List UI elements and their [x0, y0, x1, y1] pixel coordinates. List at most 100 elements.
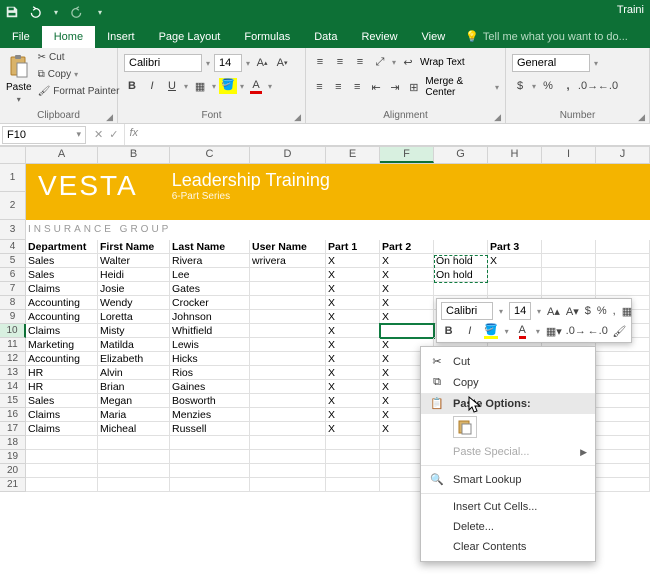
- cell-A12[interactable]: Accounting: [26, 352, 98, 366]
- row-header[interactable]: 7: [0, 282, 26, 296]
- font-name-input[interactable]: [124, 54, 202, 72]
- cell-B15[interactable]: Megan: [98, 394, 170, 408]
- mini-comma-icon[interactable]: ,: [613, 303, 616, 319]
- format-painter-button[interactable]: 🖌Format Painter: [38, 84, 120, 98]
- borders-dropdown-icon[interactable]: ▾: [212, 82, 216, 91]
- cell-I2[interactable]: [542, 192, 596, 220]
- mini-italic-icon[interactable]: I: [462, 323, 477, 339]
- ctx-insert-cut-cells[interactable]: Insert Cut Cells...: [421, 497, 595, 517]
- cell-F10[interactable]: [380, 324, 434, 338]
- cell-D1[interactable]: [250, 164, 326, 192]
- cell-A20[interactable]: [26, 464, 98, 478]
- align-center-icon[interactable]: ≡: [331, 79, 346, 95]
- cell-C18[interactable]: [170, 436, 250, 450]
- cell-J12[interactable]: [596, 352, 650, 366]
- tab-insert[interactable]: Insert: [95, 26, 147, 48]
- paste-option-default[interactable]: [453, 416, 477, 438]
- row-header[interactable]: 13: [0, 366, 26, 380]
- cell-E3[interactable]: [326, 220, 380, 240]
- cell-D15[interactable]: [250, 394, 326, 408]
- cell-G6[interactable]: On hold: [434, 268, 488, 282]
- cell-A5[interactable]: Sales: [26, 254, 98, 268]
- cell-E16[interactable]: X: [326, 408, 380, 422]
- cell-E15[interactable]: X: [326, 394, 380, 408]
- indent-increase-icon[interactable]: ⇥: [388, 79, 403, 95]
- cell-C5[interactable]: Rivera: [170, 254, 250, 268]
- ctx-copy[interactable]: ⧉Copy: [421, 372, 595, 393]
- mini-grow-font-icon[interactable]: A▴: [547, 303, 560, 319]
- mini-size-dd-icon[interactable]: ▾: [537, 307, 541, 316]
- clipboard-dialog-icon[interactable]: ◢: [106, 112, 113, 123]
- cell-C19[interactable]: [170, 450, 250, 464]
- cell-A11[interactable]: Marketing: [26, 338, 98, 352]
- cell-H6[interactable]: [488, 268, 542, 282]
- cell-B10[interactable]: Misty: [98, 324, 170, 338]
- mini-borders-icon[interactable]: ▦: [622, 303, 632, 319]
- mini-border-dd-icon[interactable]: ▦▾: [546, 323, 562, 339]
- cell-B2[interactable]: [98, 192, 170, 220]
- row-header[interactable]: 10: [0, 324, 26, 338]
- cell-D9[interactable]: [250, 310, 326, 324]
- cell-D17[interactable]: [250, 422, 326, 436]
- cell-B8[interactable]: Wendy: [98, 296, 170, 310]
- cell-D19[interactable]: [250, 450, 326, 464]
- align-bottom-icon[interactable]: ≡: [352, 54, 368, 70]
- percent-icon[interactable]: %: [540, 78, 556, 94]
- accounting-icon[interactable]: $: [512, 78, 528, 94]
- size-dropdown-icon[interactable]: ▾: [246, 59, 250, 68]
- cell-B11[interactable]: Matilda: [98, 338, 170, 352]
- copy-button[interactable]: ⧉Copy▾: [38, 67, 120, 81]
- merge-icon[interactable]: ⊞: [406, 79, 421, 95]
- font-dropdown-icon[interactable]: ▾: [206, 59, 210, 68]
- cell-E2[interactable]: [326, 192, 380, 220]
- ctx-cut[interactable]: ✂Cut: [421, 351, 595, 372]
- cell-A4[interactable]: Department: [26, 240, 98, 254]
- wrap-text-label[interactable]: Wrap Text: [420, 57, 465, 68]
- cell-B18[interactable]: [98, 436, 170, 450]
- cell-F2[interactable]: [380, 192, 434, 220]
- underline-button[interactable]: U: [164, 78, 180, 94]
- row-header[interactable]: 9: [0, 310, 26, 324]
- name-box[interactable]: F10▾: [2, 126, 86, 144]
- row-header[interactable]: 14: [0, 380, 26, 394]
- cell-D14[interactable]: [250, 380, 326, 394]
- cell-J14[interactable]: [596, 380, 650, 394]
- cell-B16[interactable]: Maria: [98, 408, 170, 422]
- save-icon[interactable]: [4, 4, 20, 20]
- cell-C3[interactable]: [170, 220, 250, 240]
- comma-icon[interactable]: ,: [560, 78, 576, 94]
- cell-G1[interactable]: [434, 164, 488, 192]
- cell-A10[interactable]: Claims: [26, 324, 98, 338]
- cell-G2[interactable]: [434, 192, 488, 220]
- cell-A8[interactable]: Accounting: [26, 296, 98, 310]
- alignment-dialog-icon[interactable]: ◢: [494, 112, 501, 123]
- cell-F7[interactable]: X: [380, 282, 434, 296]
- row-header[interactable]: 19: [0, 450, 26, 464]
- tab-review[interactable]: Review: [349, 26, 409, 48]
- cell-A6[interactable]: Sales: [26, 268, 98, 282]
- cell-J3[interactable]: [596, 220, 650, 240]
- cell-F8[interactable]: X: [380, 296, 434, 310]
- font-size-input[interactable]: [214, 54, 242, 72]
- cell-C11[interactable]: Lewis: [170, 338, 250, 352]
- cell-E5[interactable]: X: [326, 254, 380, 268]
- align-right-icon[interactable]: ≡: [350, 79, 365, 95]
- cell-E9[interactable]: X: [326, 310, 380, 324]
- cell-B14[interactable]: Brian: [98, 380, 170, 394]
- row-header[interactable]: 8: [0, 296, 26, 310]
- cell-J20[interactable]: [596, 464, 650, 478]
- cell-J15[interactable]: [596, 394, 650, 408]
- cell-D4[interactable]: User Name: [250, 240, 326, 254]
- column-header-I[interactable]: I: [542, 147, 596, 163]
- cell-A21[interactable]: [26, 478, 98, 492]
- row-header[interactable]: 1: [0, 164, 26, 192]
- tab-file[interactable]: File: [0, 26, 42, 48]
- fill-color-icon[interactable]: 🪣: [220, 78, 236, 94]
- cell-E12[interactable]: X: [326, 352, 380, 366]
- worksheet[interactable]: ABCDEFGHIJ 1234DepartmentFirst NameLast …: [0, 146, 650, 492]
- row-header[interactable]: 21: [0, 478, 26, 492]
- cell-D11[interactable]: [250, 338, 326, 352]
- cell-C7[interactable]: Gates: [170, 282, 250, 296]
- ctx-paste-special[interactable]: Paste Special...▶: [421, 442, 595, 462]
- cell-B5[interactable]: Walter: [98, 254, 170, 268]
